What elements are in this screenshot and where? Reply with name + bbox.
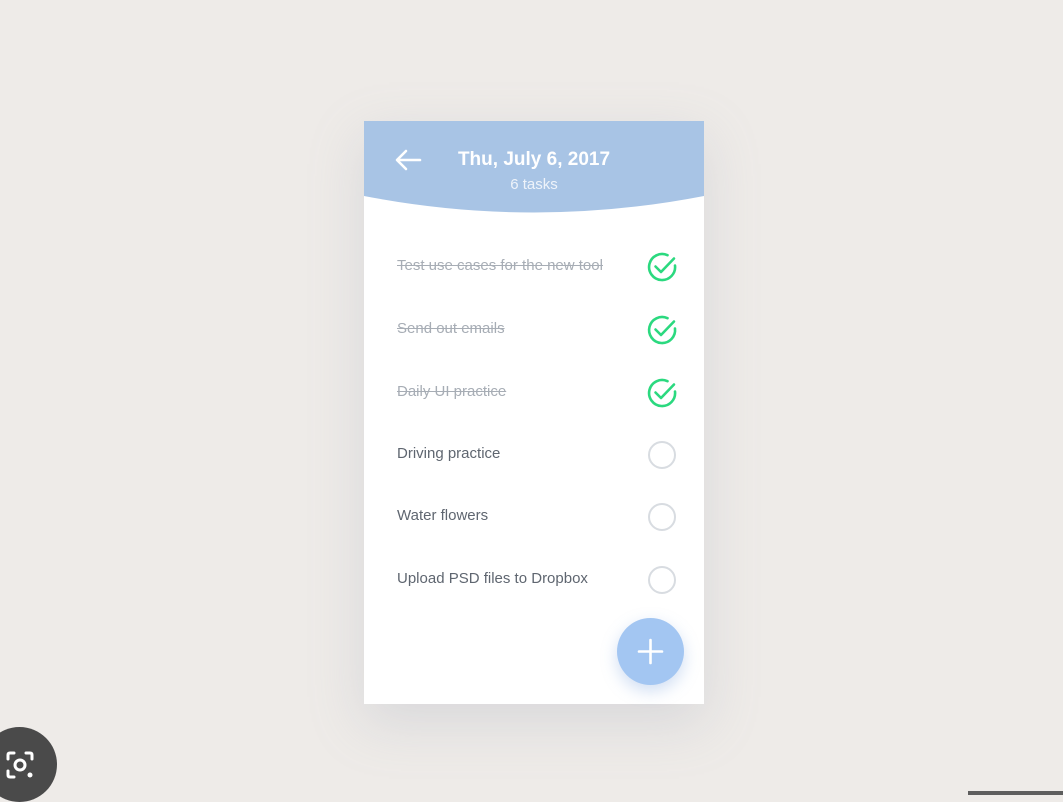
task-checkbox[interactable] (646, 501, 678, 533)
header: Thu, July 6, 2017 6 tasks (364, 121, 704, 216)
task-label: Water flowers (397, 507, 489, 524)
task-row[interactable]: Send out emails (364, 309, 704, 349)
page-title: Thu, July 6, 2017 (457, 149, 611, 170)
task-checkbox[interactable] (646, 564, 678, 596)
task-label: Upload PSD files to Dropbox (397, 570, 588, 587)
empty-circle-icon (648, 441, 676, 469)
lens-search-button[interactable] (0, 727, 57, 802)
back-button[interactable] (392, 145, 424, 175)
task-label: Send out emails (397, 320, 505, 337)
camera-lens-icon (6, 751, 34, 779)
task-row[interactable]: Water flowers (364, 496, 704, 536)
task-label: Test use cases for the new tool (397, 257, 603, 274)
check-circle-icon (647, 315, 677, 345)
empty-circle-icon (648, 566, 676, 594)
check-circle-icon (647, 252, 677, 282)
task-checkbox-checked[interactable] (646, 377, 678, 409)
task-row[interactable]: Daily UI practice (364, 372, 704, 412)
check-circle-icon (647, 378, 677, 408)
plus-icon (637, 638, 664, 665)
arrow-left-icon (395, 149, 422, 171)
task-count: 6 tasks (510, 176, 558, 193)
task-row[interactable]: Driving practice (364, 434, 704, 474)
add-task-button[interactable] (617, 618, 684, 685)
empty-circle-icon (648, 503, 676, 531)
task-label: Driving practice (397, 445, 501, 462)
task-label: Daily UI practice (397, 383, 507, 400)
task-checkbox-checked[interactable] (646, 314, 678, 346)
task-checkbox[interactable] (646, 439, 678, 471)
task-checkbox-checked[interactable] (646, 251, 678, 283)
task-row[interactable]: Test use cases for the new tool (364, 246, 704, 286)
corner-bar (968, 791, 1063, 795)
todo-card: Thu, July 6, 2017 6 tasks Test use cases… (364, 121, 704, 704)
task-row[interactable]: Upload PSD files to Dropbox (364, 559, 704, 599)
